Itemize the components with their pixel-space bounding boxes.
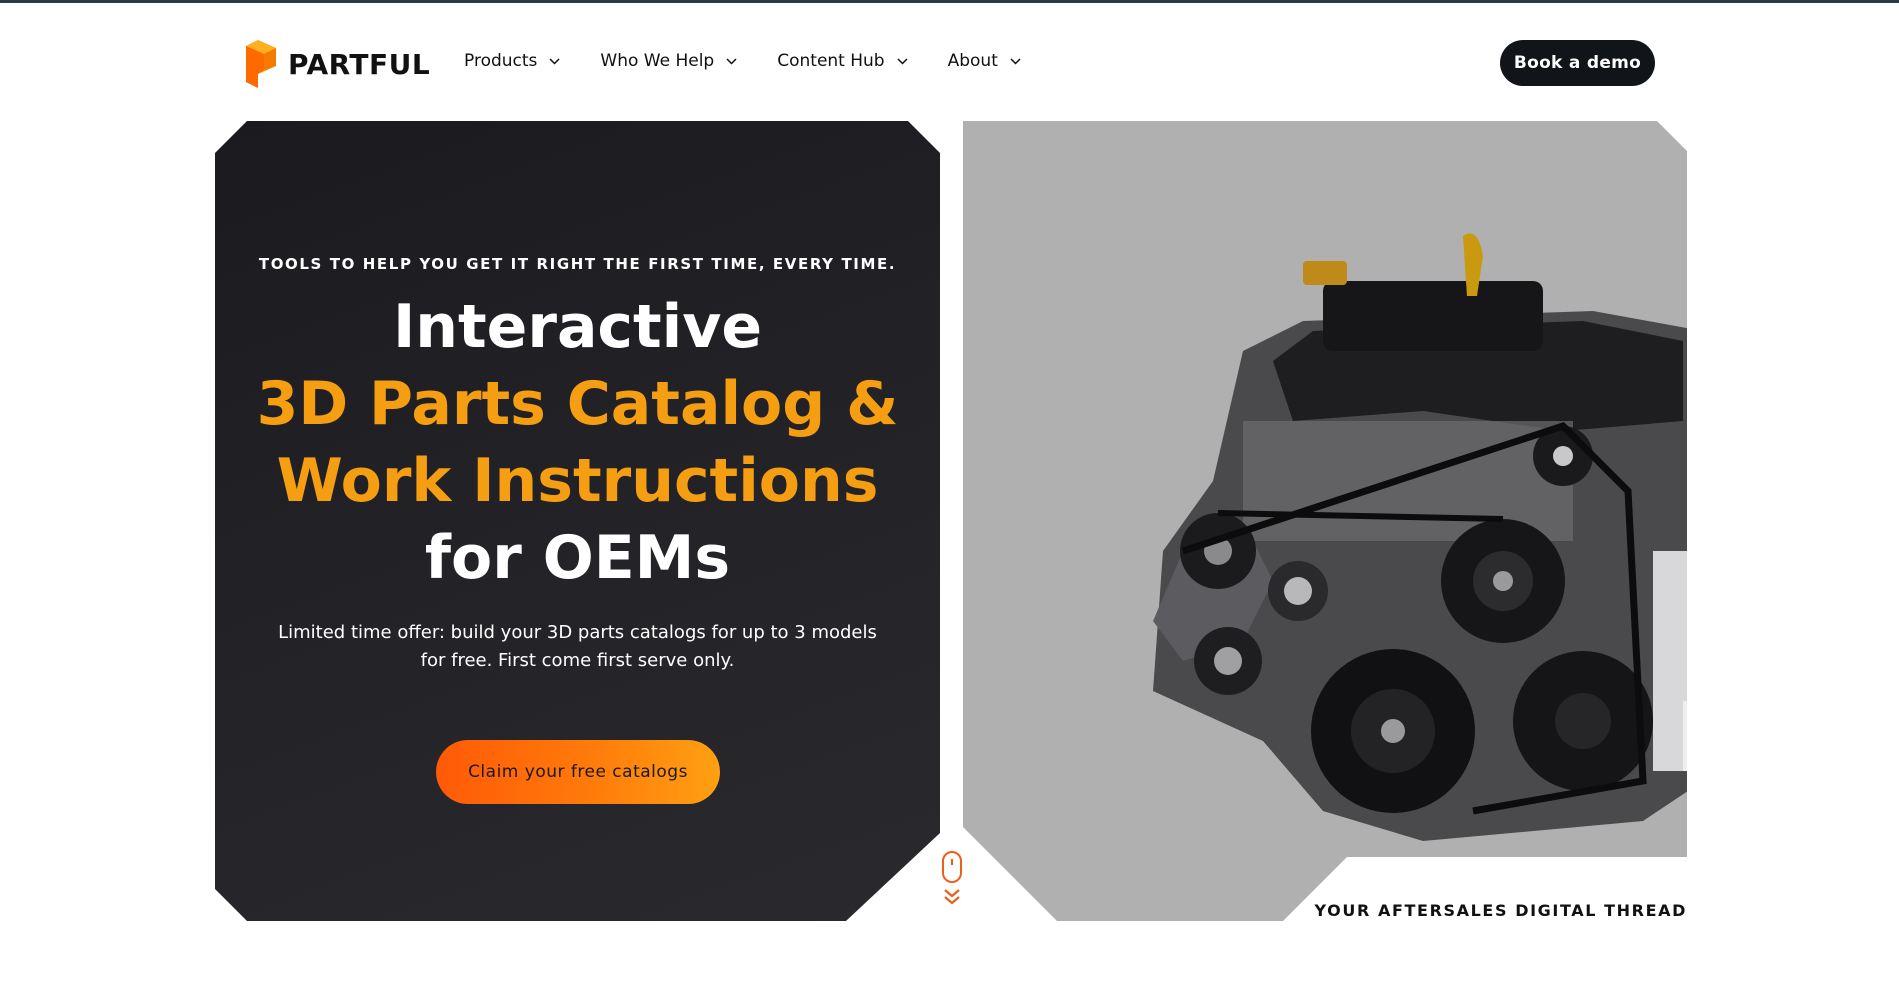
nav-label: About [947,51,998,71]
claim-catalogs-button[interactable]: Claim your free catalogs [436,740,720,804]
headline-line-3: Work Instructions [276,446,879,516]
partful-logo-icon [246,40,276,88]
nav-item-who-we-help[interactable]: Who We Help [600,51,737,71]
hero-text-card: TOOLS TO HELP YOU GET IT RIGHT THE FIRST… [215,121,940,921]
hero-image-card [963,121,1687,921]
nav-item-content-hub[interactable]: Content Hub [777,51,908,71]
site-header: PARTFUL Products Who We Help Content Hub… [0,3,1899,118]
engine-image [1153,233,1687,841]
chevron-down-icon [549,57,560,65]
hero-subtext: Limited time offer: build your 3D parts … [278,622,877,671]
headline-line-4: for OEMs [424,523,731,593]
main-nav: Products Who We Help Content Hub About [464,51,1021,71]
headline-line-1: Interactive [392,292,763,362]
nav-label: Products [464,51,538,71]
nav-label: Who We Help [600,51,715,71]
hero-headline: Interactive 3D Parts Catalog & Work Inst… [215,289,940,597]
logo[interactable]: PARTFUL [246,40,430,88]
chevron-down-icon [897,57,908,65]
chevron-down-icon [1010,57,1021,65]
book-demo-button[interactable]: Book a demo [1500,40,1655,86]
nav-item-about[interactable]: About [948,51,1021,71]
headline-line-2: 3D Parts Catalog & [256,369,899,439]
hero-tagline: YOUR AFTERSALES DIGITAL THREAD [1314,901,1687,920]
chevron-down-icon [726,57,737,65]
nav-item-products[interactable]: Products [464,51,560,71]
nav-label: Content Hub [777,51,885,71]
scroll-down-mouse-icon[interactable] [939,850,965,910]
logo-text: PARTFUL [288,47,431,81]
hero-eyebrow: TOOLS TO HELP YOU GET IT RIGHT THE FIRST… [258,255,897,273]
